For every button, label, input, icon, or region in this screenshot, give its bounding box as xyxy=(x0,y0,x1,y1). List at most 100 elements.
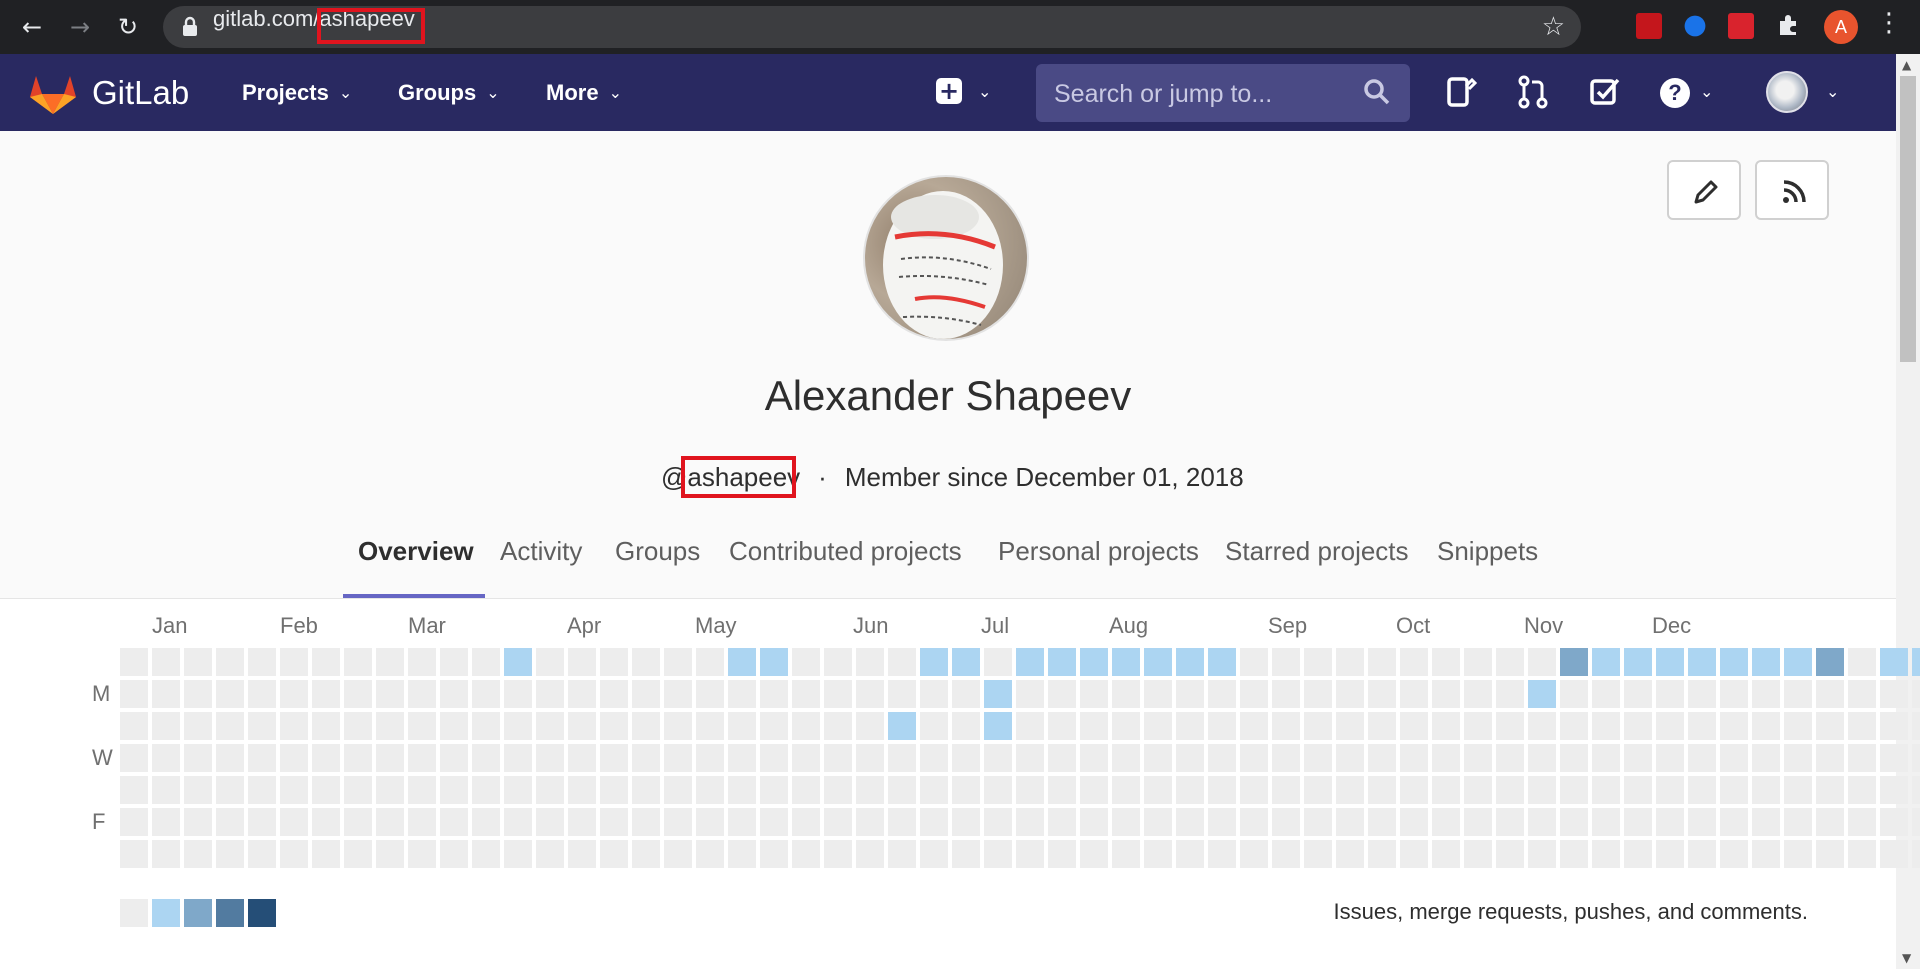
contribution-cell[interactable] xyxy=(344,840,372,868)
contribution-cell[interactable] xyxy=(472,680,500,708)
contribution-cell[interactable] xyxy=(312,712,340,740)
contribution-cell[interactable] xyxy=(1208,776,1236,804)
contribution-cell[interactable] xyxy=(600,744,628,772)
contribution-cell[interactable] xyxy=(1368,840,1396,868)
contribution-cell[interactable] xyxy=(1688,712,1716,740)
contribution-cell[interactable] xyxy=(920,808,948,836)
extension-icon[interactable] xyxy=(1684,15,1706,37)
contribution-cell[interactable] xyxy=(1464,840,1492,868)
contribution-cell[interactable] xyxy=(1240,680,1268,708)
contribution-cell[interactable] xyxy=(888,808,916,836)
contribution-cell[interactable] xyxy=(888,712,916,740)
contribution-cell[interactable] xyxy=(1752,840,1780,868)
contribution-cell[interactable] xyxy=(536,776,564,804)
contribution-cell[interactable] xyxy=(1528,840,1556,868)
contribution-cell[interactable] xyxy=(280,744,308,772)
contribution-cell[interactable] xyxy=(1112,712,1140,740)
contribution-cell[interactable] xyxy=(920,776,948,804)
contribution-cell[interactable] xyxy=(792,808,820,836)
contribution-cell[interactable] xyxy=(1528,680,1556,708)
new-item-icon[interactable]: + xyxy=(936,78,962,104)
contribution-cell[interactable] xyxy=(152,744,180,772)
contribution-cell[interactable] xyxy=(1528,648,1556,676)
contribution-cell[interactable] xyxy=(1432,712,1460,740)
contribution-cell[interactable] xyxy=(1272,648,1300,676)
contribution-cell[interactable] xyxy=(440,648,468,676)
contribution-cell[interactable] xyxy=(728,776,756,804)
tab-contributed-projects[interactable]: Contributed projects xyxy=(729,536,962,567)
contribution-cell[interactable] xyxy=(312,776,340,804)
contribution-cell[interactable] xyxy=(1240,776,1268,804)
contribution-cell[interactable] xyxy=(1016,776,1044,804)
contribution-cell[interactable] xyxy=(376,776,404,804)
contribution-cell[interactable] xyxy=(440,712,468,740)
contribution-cell[interactable] xyxy=(1208,712,1236,740)
back-icon[interactable]: ← xyxy=(14,10,50,44)
contribution-cell[interactable] xyxy=(1688,776,1716,804)
user-avatar[interactable] xyxy=(1766,71,1808,113)
contribution-cell[interactable] xyxy=(1240,648,1268,676)
contribution-cell[interactable] xyxy=(1176,808,1204,836)
contribution-cell[interactable] xyxy=(408,840,436,868)
contribution-cell[interactable] xyxy=(1048,840,1076,868)
contribution-cell[interactable] xyxy=(1624,808,1652,836)
contribution-cell[interactable] xyxy=(1272,712,1300,740)
nav-more[interactable]: More ⌄ xyxy=(546,80,622,106)
contribution-cell[interactable] xyxy=(1912,744,1920,772)
contribution-cell[interactable] xyxy=(984,680,1012,708)
contribution-cell[interactable] xyxy=(1816,744,1844,772)
contribution-cell[interactable] xyxy=(1688,680,1716,708)
contribution-cell[interactable] xyxy=(1496,680,1524,708)
contribution-cell[interactable] xyxy=(536,712,564,740)
contribution-cell[interactable] xyxy=(1688,648,1716,676)
address-bar[interactable]: gitlab.com/ashapeev ☆ xyxy=(163,6,1581,48)
reload-icon[interactable]: ↻ xyxy=(110,10,146,44)
contribution-cell[interactable] xyxy=(1720,744,1748,772)
contribution-cell[interactable] xyxy=(760,648,788,676)
contribution-cell[interactable] xyxy=(1592,840,1620,868)
contribution-cell[interactable] xyxy=(1816,680,1844,708)
contribution-cell[interactable] xyxy=(664,648,692,676)
contribution-cell[interactable] xyxy=(1592,776,1620,804)
contribution-cell[interactable] xyxy=(1848,744,1876,772)
contribution-cell[interactable] xyxy=(216,680,244,708)
contribution-cell[interactable] xyxy=(1752,648,1780,676)
contribution-cell[interactable] xyxy=(1784,712,1812,740)
contribution-cell[interactable] xyxy=(1272,808,1300,836)
contribution-cell[interactable] xyxy=(760,712,788,740)
contribution-cell[interactable] xyxy=(312,648,340,676)
search-input[interactable]: Search or jump to... xyxy=(1036,64,1410,122)
contribution-cell[interactable] xyxy=(312,840,340,868)
contribution-cell[interactable] xyxy=(504,840,532,868)
contribution-cell[interactable] xyxy=(1752,712,1780,740)
contribution-cell[interactable] xyxy=(1048,776,1076,804)
contribution-cell[interactable] xyxy=(1144,680,1172,708)
contribution-cell[interactable] xyxy=(632,776,660,804)
contribution-cell[interactable] xyxy=(1880,744,1908,772)
contribution-cell[interactable] xyxy=(1592,808,1620,836)
contribution-cell[interactable] xyxy=(1400,680,1428,708)
contribution-cell[interactable] xyxy=(1624,840,1652,868)
contribution-cell[interactable] xyxy=(1016,840,1044,868)
contribution-cell[interactable] xyxy=(856,840,884,868)
contribution-cell[interactable] xyxy=(1048,648,1076,676)
scroll-up-icon[interactable]: ▲ xyxy=(1902,58,1911,72)
contribution-cell[interactable] xyxy=(664,808,692,836)
contribution-cell[interactable] xyxy=(440,776,468,804)
contribution-cell[interactable] xyxy=(664,744,692,772)
contribution-cell[interactable] xyxy=(920,744,948,772)
contribution-cell[interactable] xyxy=(1496,776,1524,804)
contribution-cell[interactable] xyxy=(696,776,724,804)
contribution-cell[interactable] xyxy=(1688,808,1716,836)
contribution-cell[interactable] xyxy=(408,776,436,804)
contribution-cell[interactable] xyxy=(1880,808,1908,836)
contribution-cell[interactable] xyxy=(1400,776,1428,804)
contribution-cell[interactable] xyxy=(344,680,372,708)
contribution-cell[interactable] xyxy=(984,744,1012,772)
contribution-cell[interactable] xyxy=(1208,808,1236,836)
contribution-cell[interactable] xyxy=(344,808,372,836)
contribution-cell[interactable] xyxy=(1816,840,1844,868)
contribution-cell[interactable] xyxy=(280,648,308,676)
contribution-cell[interactable] xyxy=(1624,712,1652,740)
chevron-down-icon[interactable]: ⌄ xyxy=(978,82,991,101)
